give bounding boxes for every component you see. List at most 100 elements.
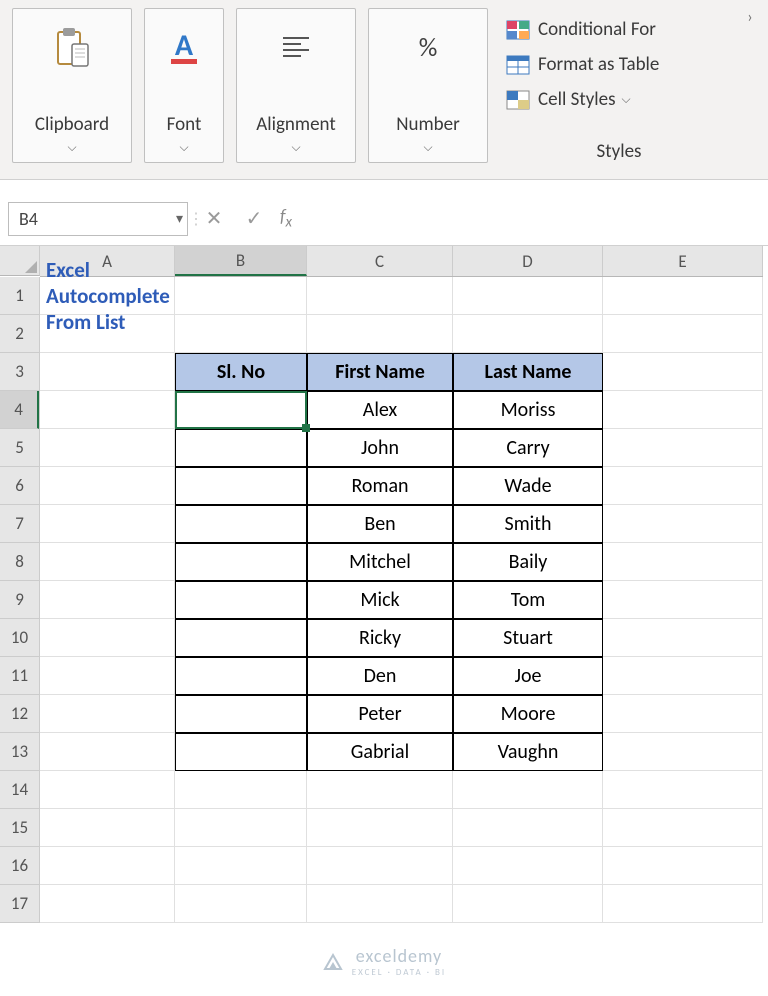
cell[interactable] — [40, 733, 175, 771]
row-header[interactable]: 14 — [0, 771, 39, 809]
cell[interactable] — [40, 505, 175, 543]
row-header[interactable]: 12 — [0, 695, 39, 733]
fx-icon[interactable]: fx — [280, 205, 292, 232]
table-cell[interactable] — [175, 543, 307, 581]
col-header-B[interactable]: B — [175, 246, 307, 276]
cell[interactable] — [603, 353, 763, 391]
row-header[interactable]: 15 — [0, 809, 39, 847]
cells-area[interactable]: Excel Autocomplete From List Sl. No Firs… — [40, 277, 763, 923]
row-header[interactable]: 3 — [0, 353, 39, 391]
table-cell[interactable] — [175, 429, 307, 467]
row-header[interactable]: 1 — [0, 277, 39, 315]
cell[interactable] — [453, 809, 603, 847]
row-header[interactable]: 17 — [0, 885, 39, 923]
cell[interactable] — [40, 771, 175, 809]
cell[interactable] — [175, 315, 307, 353]
cell[interactable] — [603, 391, 763, 429]
row-header[interactable]: 9 — [0, 581, 39, 619]
cell[interactable] — [175, 847, 307, 885]
dropdown-icon[interactable]: ▾ — [176, 210, 183, 227]
table-header-slno[interactable]: Sl. No — [175, 353, 307, 391]
row-header[interactable]: 4 — [0, 391, 39, 429]
table-cell[interactable]: Joe — [453, 657, 603, 695]
table-cell[interactable]: Carry — [453, 429, 603, 467]
table-header-first[interactable]: First Name — [307, 353, 453, 391]
alignment-group[interactable]: Alignment ⌵ — [236, 8, 356, 163]
cell[interactable] — [40, 429, 175, 467]
table-cell[interactable] — [175, 391, 307, 429]
table-cell[interactable]: Mick — [307, 581, 453, 619]
name-box[interactable]: B4 ▾ — [8, 202, 188, 236]
font-group[interactable]: A Font ⌵ — [144, 8, 224, 163]
cell[interactable] — [40, 391, 175, 429]
table-cell[interactable]: Tom — [453, 581, 603, 619]
cell[interactable] — [40, 657, 175, 695]
cell[interactable] — [603, 315, 763, 353]
row-header[interactable]: 5 — [0, 429, 39, 467]
cell[interactable] — [453, 277, 603, 315]
cell[interactable] — [40, 847, 175, 885]
cancel-formula-button[interactable]: ✕ — [194, 206, 234, 231]
row-header[interactable]: 10 — [0, 619, 39, 657]
table-cell[interactable]: Den — [307, 657, 453, 695]
col-header-C[interactable]: C — [307, 246, 453, 276]
cell[interactable] — [453, 315, 603, 353]
cell[interactable] — [307, 277, 453, 315]
col-header-D[interactable]: D — [453, 246, 603, 276]
cell[interactable] — [40, 885, 175, 923]
row-header[interactable]: 2 — [0, 315, 39, 353]
cell[interactable] — [603, 847, 763, 885]
table-cell[interactable]: Mitchel — [307, 543, 453, 581]
table-cell[interactable] — [175, 505, 307, 543]
cell[interactable] — [307, 315, 453, 353]
table-cell[interactable] — [175, 581, 307, 619]
cell[interactable] — [307, 771, 453, 809]
accept-formula-button[interactable]: ✓ — [234, 206, 274, 231]
table-cell[interactable]: Baily — [453, 543, 603, 581]
number-group[interactable]: % Number ⌵ — [368, 8, 488, 163]
select-all-corner[interactable] — [0, 246, 40, 276]
cell[interactable] — [603, 657, 763, 695]
cell[interactable] — [603, 505, 763, 543]
cell[interactable] — [603, 543, 763, 581]
clipboard-group[interactable]: Clipboard ⌵ — [12, 8, 132, 163]
cell-styles-button[interactable]: Cell Styles ⌵ — [504, 82, 734, 117]
table-cell[interactable]: Smith — [453, 505, 603, 543]
row-header[interactable]: 11 — [0, 657, 39, 695]
row-header[interactable]: 6 — [0, 467, 39, 505]
cell[interactable] — [40, 695, 175, 733]
conditional-formatting-button[interactable]: Conditional For — [504, 12, 734, 47]
cell[interactable] — [307, 885, 453, 923]
cell[interactable] — [603, 277, 763, 315]
cell[interactable] — [603, 771, 763, 809]
table-cell[interactable] — [175, 733, 307, 771]
cell[interactable] — [40, 619, 175, 657]
cell[interactable]: Excel Autocomplete From List — [40, 277, 175, 315]
cell[interactable] — [453, 771, 603, 809]
row-header[interactable]: 7 — [0, 505, 39, 543]
table-cell[interactable]: Ricky — [307, 619, 453, 657]
table-cell[interactable] — [175, 619, 307, 657]
table-cell[interactable]: Roman — [307, 467, 453, 505]
table-cell[interactable] — [175, 695, 307, 733]
table-cell[interactable] — [175, 467, 307, 505]
table-cell[interactable]: Moriss — [453, 391, 603, 429]
table-cell[interactable]: Moore — [453, 695, 603, 733]
cell[interactable] — [603, 733, 763, 771]
cell[interactable] — [175, 885, 307, 923]
cell[interactable] — [175, 809, 307, 847]
cell[interactable] — [603, 695, 763, 733]
row-header[interactable]: 16 — [0, 847, 39, 885]
cell[interactable] — [175, 277, 307, 315]
cell[interactable] — [307, 847, 453, 885]
cell[interactable] — [40, 315, 175, 353]
cell[interactable] — [453, 885, 603, 923]
row-header[interactable]: 8 — [0, 543, 39, 581]
table-cell[interactable]: John — [307, 429, 453, 467]
cell[interactable] — [40, 467, 175, 505]
table-cell[interactable] — [175, 657, 307, 695]
cell[interactable] — [603, 619, 763, 657]
cell[interactable] — [40, 543, 175, 581]
cell[interactable] — [603, 885, 763, 923]
table-cell[interactable]: Peter — [307, 695, 453, 733]
